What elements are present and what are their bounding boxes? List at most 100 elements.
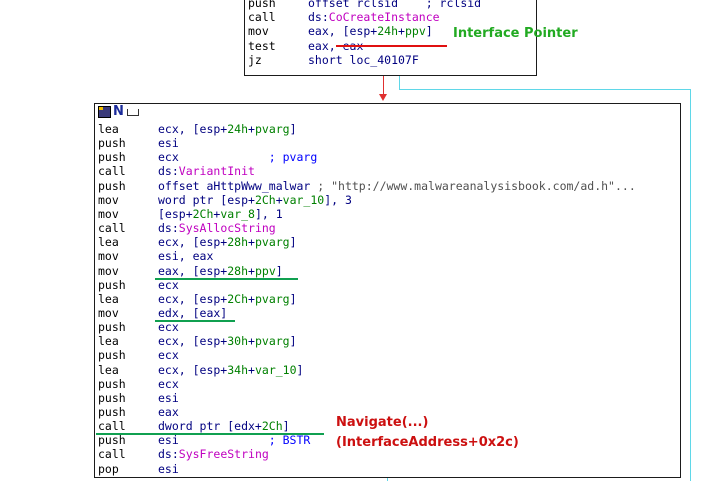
asm-operand: ds:SysAllocString	[158, 221, 276, 235]
underline-edx-eax-green	[155, 320, 235, 322]
asm-line[interactable]: jz short loc_40107F	[245, 53, 536, 67]
asm-operand: word ptr [esp+2Ch+var_10], 3	[158, 193, 352, 207]
asm-line[interactable]: push ecx	[95, 377, 680, 391]
asm-operand: esi	[158, 136, 179, 150]
asm-operand: ds:SysFreeString	[158, 447, 269, 461]
asm-mnemonic: push	[98, 136, 126, 151]
asm-mnemonic: call	[98, 221, 126, 236]
asm-operand-segment: [esp+	[158, 206, 193, 221]
asm-operand: esi	[158, 391, 179, 405]
grid-block-icon	[99, 107, 103, 110]
asm-line[interactable]: call ds:CoCreateInstance	[245, 10, 536, 24]
asm-operand: edx, [eax]	[158, 306, 227, 320]
asm-operand: ds:CoCreateInstance	[308, 10, 440, 24]
asm-mnemonic: push	[98, 178, 126, 193]
asm-operand-segment: CoCreateInstance	[328, 10, 440, 25]
asm-line[interactable]: push ecx	[95, 320, 680, 334]
block-title-bar: N	[95, 104, 680, 119]
asm-operand-segment: offset aHttpWww_malwar	[158, 178, 311, 193]
asm-operand: offset rclsid ; rclsid	[308, 0, 481, 10]
asm-mnemonic: push	[248, 0, 276, 10]
asm-operand: short loc_40107F	[308, 53, 419, 67]
asm-operand-segment: ecx	[158, 320, 179, 335]
asm-operand-segment: +	[248, 291, 255, 306]
asm-line[interactable]: push offset aHttpWww_malwar ; "http://www…	[95, 179, 680, 193]
asm-mnemonic: push	[98, 433, 126, 448]
asm-mnemonic: push	[98, 348, 126, 363]
asm-operand-segment: ]	[282, 419, 290, 434]
asm-line[interactable]: pop esi	[95, 462, 680, 476]
asm-operand-segment: ppv	[404, 24, 426, 39]
asm-operand-segment: ds:	[308, 10, 329, 25]
asm-operand-segment: 2Ch	[254, 192, 276, 207]
asm-line[interactable]: lea ecx, [esp+2Ch+pvarg]	[95, 292, 680, 306]
asm-line[interactable]: push offset rclsid ; rclsid	[245, 0, 536, 10]
asm-mnemonic: lea	[98, 235, 119, 250]
asm-operand-segment: 2Ch	[227, 291, 249, 306]
asm-operand-segment: 24h	[377, 24, 399, 39]
asm-operand-segment: ecx, [esp+	[158, 291, 228, 306]
annotation-interface-pointer: Interface Pointer	[453, 26, 578, 41]
asm-operand-segment: ecx	[158, 348, 179, 363]
asm-operand-segment: ecx, [esp+	[158, 122, 228, 136]
asm-operand: eax, [esp+28h+ppv]	[158, 264, 283, 278]
asm-operand-segment: pvarg	[254, 334, 290, 349]
asm-operand-segment: 34h	[227, 362, 249, 377]
bracket-icon[interactable]	[127, 109, 139, 116]
asm-line[interactable]: mov edx, [eax]	[95, 306, 680, 320]
asm-operand-segment: eax, [esp+	[308, 24, 378, 39]
asm-operand-segment: +	[248, 263, 255, 278]
underline-ppv-red	[336, 45, 447, 47]
asm-operand-segment: +	[398, 24, 405, 39]
asm-line[interactable]: lea ecx, [esp+24h+pvarg]	[95, 122, 680, 136]
asm-operand-segment: ecx, [esp+	[158, 235, 228, 250]
asm-operand-segment: ]	[296, 362, 304, 377]
asm-mnemonic: pop	[98, 461, 119, 476]
asm-operand-segment: offset rclsid	[308, 0, 399, 10]
asm-line[interactable]: call ds:VariantInit	[95, 164, 680, 178]
asm-mnemonic: call	[248, 10, 276, 25]
asm-operand-segment: ; rclsid	[398, 0, 482, 10]
node-n-icon[interactable]: N	[113, 104, 124, 119]
asm-operand-segment: eax	[158, 405, 179, 419]
asm-operand-segment: SysFreeString	[178, 447, 269, 462]
asm-mnemonic: mov	[248, 24, 269, 39]
asm-operand-segment: ]	[275, 263, 283, 278]
asm-mnemonic: push	[98, 150, 126, 165]
asm-operand-segment: word ptr [esp+	[158, 192, 255, 207]
asm-line[interactable]: lea ecx, [esp+34h+var_10]	[95, 363, 680, 377]
asm-line[interactable]: mov esi, eax	[95, 249, 680, 263]
asm-line[interactable]: push esi	[95, 391, 680, 405]
asm-mnemonic: mov	[98, 305, 119, 320]
asm-operand: ecx, [esp+24h+pvarg]	[158, 122, 297, 136]
asm-operand-segment: esi	[158, 433, 179, 448]
asm-line[interactable]: mov [esp+2Ch+var_8], 1	[95, 207, 680, 221]
asm-operand-segment: esi	[158, 136, 179, 151]
asm-mnemonic: mov	[98, 263, 119, 278]
asm-operand-segment: +	[248, 334, 255, 349]
asm-line[interactable]: lea ecx, [esp+28h+pvarg]	[95, 235, 680, 249]
asm-line[interactable]: lea ecx, [esp+30h+pvarg]	[95, 334, 680, 348]
asm-operand-segment: 28h	[227, 235, 249, 250]
flow-edge-red-vertical	[383, 76, 384, 96]
asm-operand-segment: VariantInit	[178, 164, 255, 179]
asm-line[interactable]: mov eax, [esp+28h+ppv]	[95, 264, 680, 278]
asm-line[interactable]: push esi	[95, 136, 680, 150]
asm-line[interactable]: mov word ptr [esp+2Ch+var_10], 3	[95, 193, 680, 207]
annotation-navigate: Navigate(...)	[336, 415, 429, 430]
asm-operand-segment: var_8	[220, 206, 255, 221]
asm-operand: ecx ; pvarg	[158, 150, 317, 164]
annotation-interface-address: (InterfaceAddress+0x2c)	[336, 435, 519, 450]
asm-operand-segment: esi, eax	[158, 249, 214, 264]
asm-operand: eax, [esp+24h+ppv]	[308, 24, 433, 38]
branch-edge-cyan-horizontal	[399, 89, 691, 90]
asm-operand-segment: 2Ch	[261, 419, 283, 434]
asm-operand: ecx, [esp+34h+var_10]	[158, 363, 303, 377]
asm-line[interactable]: call ds:SysAllocString	[95, 221, 680, 235]
underline-call-green	[96, 433, 324, 435]
asm-operand: ecx	[158, 348, 179, 362]
asm-operand: offset aHttpWww_malwar ; "http://www.mal…	[158, 179, 636, 193]
asm-operand: ecx	[158, 320, 179, 334]
asm-line[interactable]: push ecx	[95, 348, 680, 362]
asm-line[interactable]: push ecx ; pvarg	[95, 150, 680, 164]
